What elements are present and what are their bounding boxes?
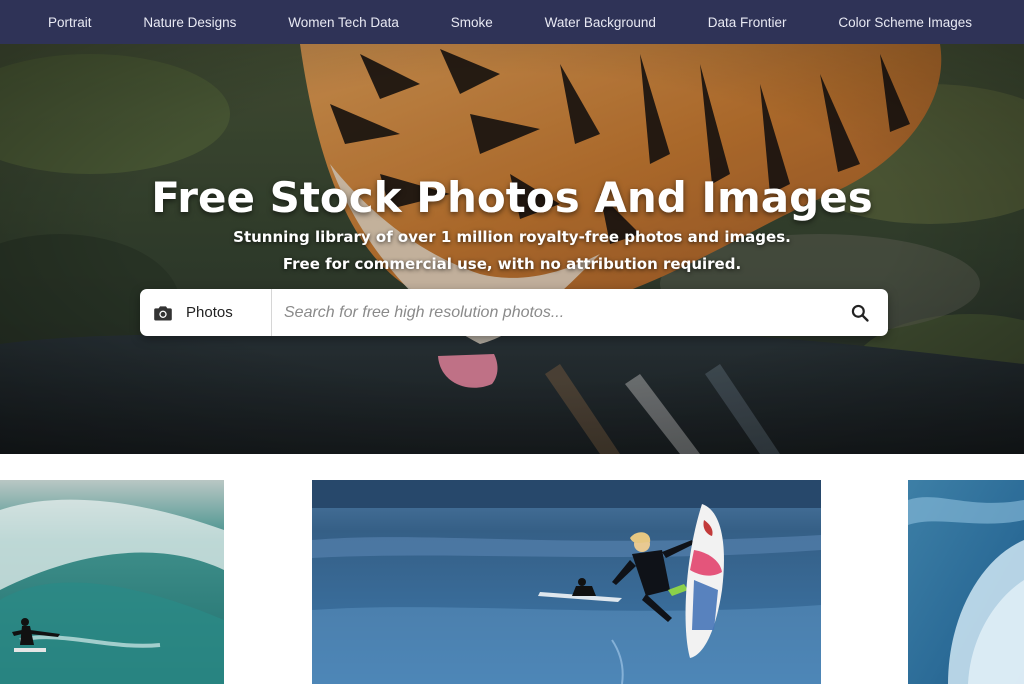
nav-link-women-tech-data[interactable]: Women Tech Data — [288, 15, 399, 30]
search-type-selector[interactable]: Photos — [140, 289, 272, 336]
search-bar: Photos — [140, 289, 888, 336]
search-button[interactable] — [832, 289, 888, 336]
search-input[interactable] — [272, 289, 832, 336]
nav-link-color-scheme-images[interactable]: Color Scheme Images — [838, 15, 972, 30]
hero-section: Free Stock Photos And Images Stunning li… — [0, 44, 1024, 454]
hero-subtitle-line-1: Stunning library of over 1 million royal… — [233, 228, 791, 246]
search-icon — [850, 303, 870, 323]
nav-link-portrait[interactable]: Portrait — [48, 15, 92, 30]
gallery-photo-surfer-jump[interactable] — [312, 480, 821, 684]
hero-background-image — [0, 44, 1024, 454]
search-type-label: Photos — [186, 304, 233, 321]
nav-link-nature-designs[interactable]: Nature Designs — [143, 15, 236, 30]
hero-subtitle-line-2: Free for commercial use, with no attribu… — [282, 255, 742, 273]
gallery-photo-surfer-barrel[interactable] — [0, 480, 224, 684]
photo-gallery — [0, 454, 1024, 684]
nav-link-data-frontier[interactable]: Data Frontier — [708, 15, 787, 30]
nav-link-water-background[interactable]: Water Background — [545, 15, 656, 30]
hero-title: Free Stock Photos And Images — [151, 173, 873, 222]
top-nav: Portrait Nature Designs Women Tech Data … — [0, 0, 1024, 44]
gallery-photo-ocean-wave[interactable] — [908, 480, 1024, 684]
camera-icon — [152, 302, 174, 324]
nav-link-smoke[interactable]: Smoke — [451, 15, 493, 30]
